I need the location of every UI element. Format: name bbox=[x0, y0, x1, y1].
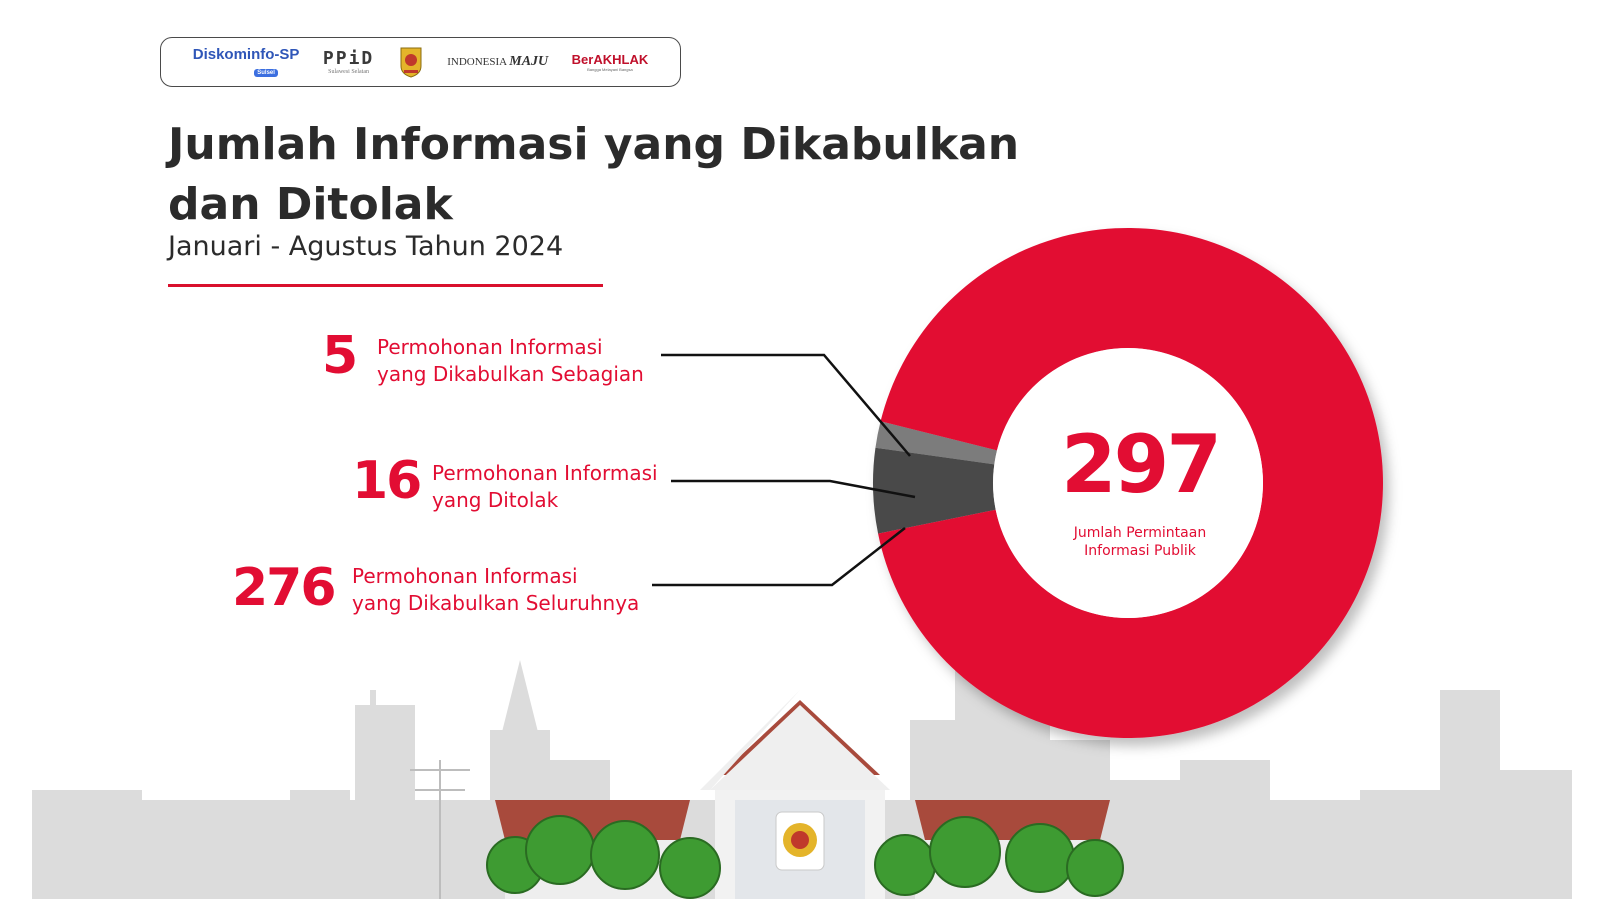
label-rejected-line1: Permohonan Informasi bbox=[432, 461, 658, 485]
label-partial: Permohonan Informasi yang Dikabulkan Seb… bbox=[377, 334, 644, 388]
label-partial-line1: Permohonan Informasi bbox=[377, 335, 603, 359]
leader-full bbox=[652, 527, 906, 587]
value-full: 276 bbox=[232, 558, 337, 618]
total-value: 297 bbox=[1061, 418, 1222, 511]
value-rejected: 16 bbox=[352, 451, 422, 511]
leader-partial bbox=[661, 353, 911, 457]
label-rejected-line2: yang Ditolak bbox=[432, 488, 559, 512]
label-full: Permohonan Informasi yang Dikabulkan Sel… bbox=[352, 563, 639, 617]
total-label-line1: Jumlah Permintaan bbox=[1073, 525, 1207, 541]
total-label: Jumlah Permintaan Informasi Publik bbox=[1040, 524, 1240, 560]
label-rejected: Permohonan Informasi yang Ditolak bbox=[432, 460, 658, 514]
label-full-line1: Permohonan Informasi bbox=[352, 564, 578, 588]
total-label-line2: Informasi Publik bbox=[1084, 543, 1196, 559]
value-partial: 5 bbox=[322, 326, 358, 386]
label-full-line2: yang Dikabulkan Seluruhnya bbox=[352, 591, 640, 615]
donut-chart bbox=[652, 228, 1384, 739]
label-partial-line2: yang Dikabulkan Sebagian bbox=[377, 362, 644, 386]
